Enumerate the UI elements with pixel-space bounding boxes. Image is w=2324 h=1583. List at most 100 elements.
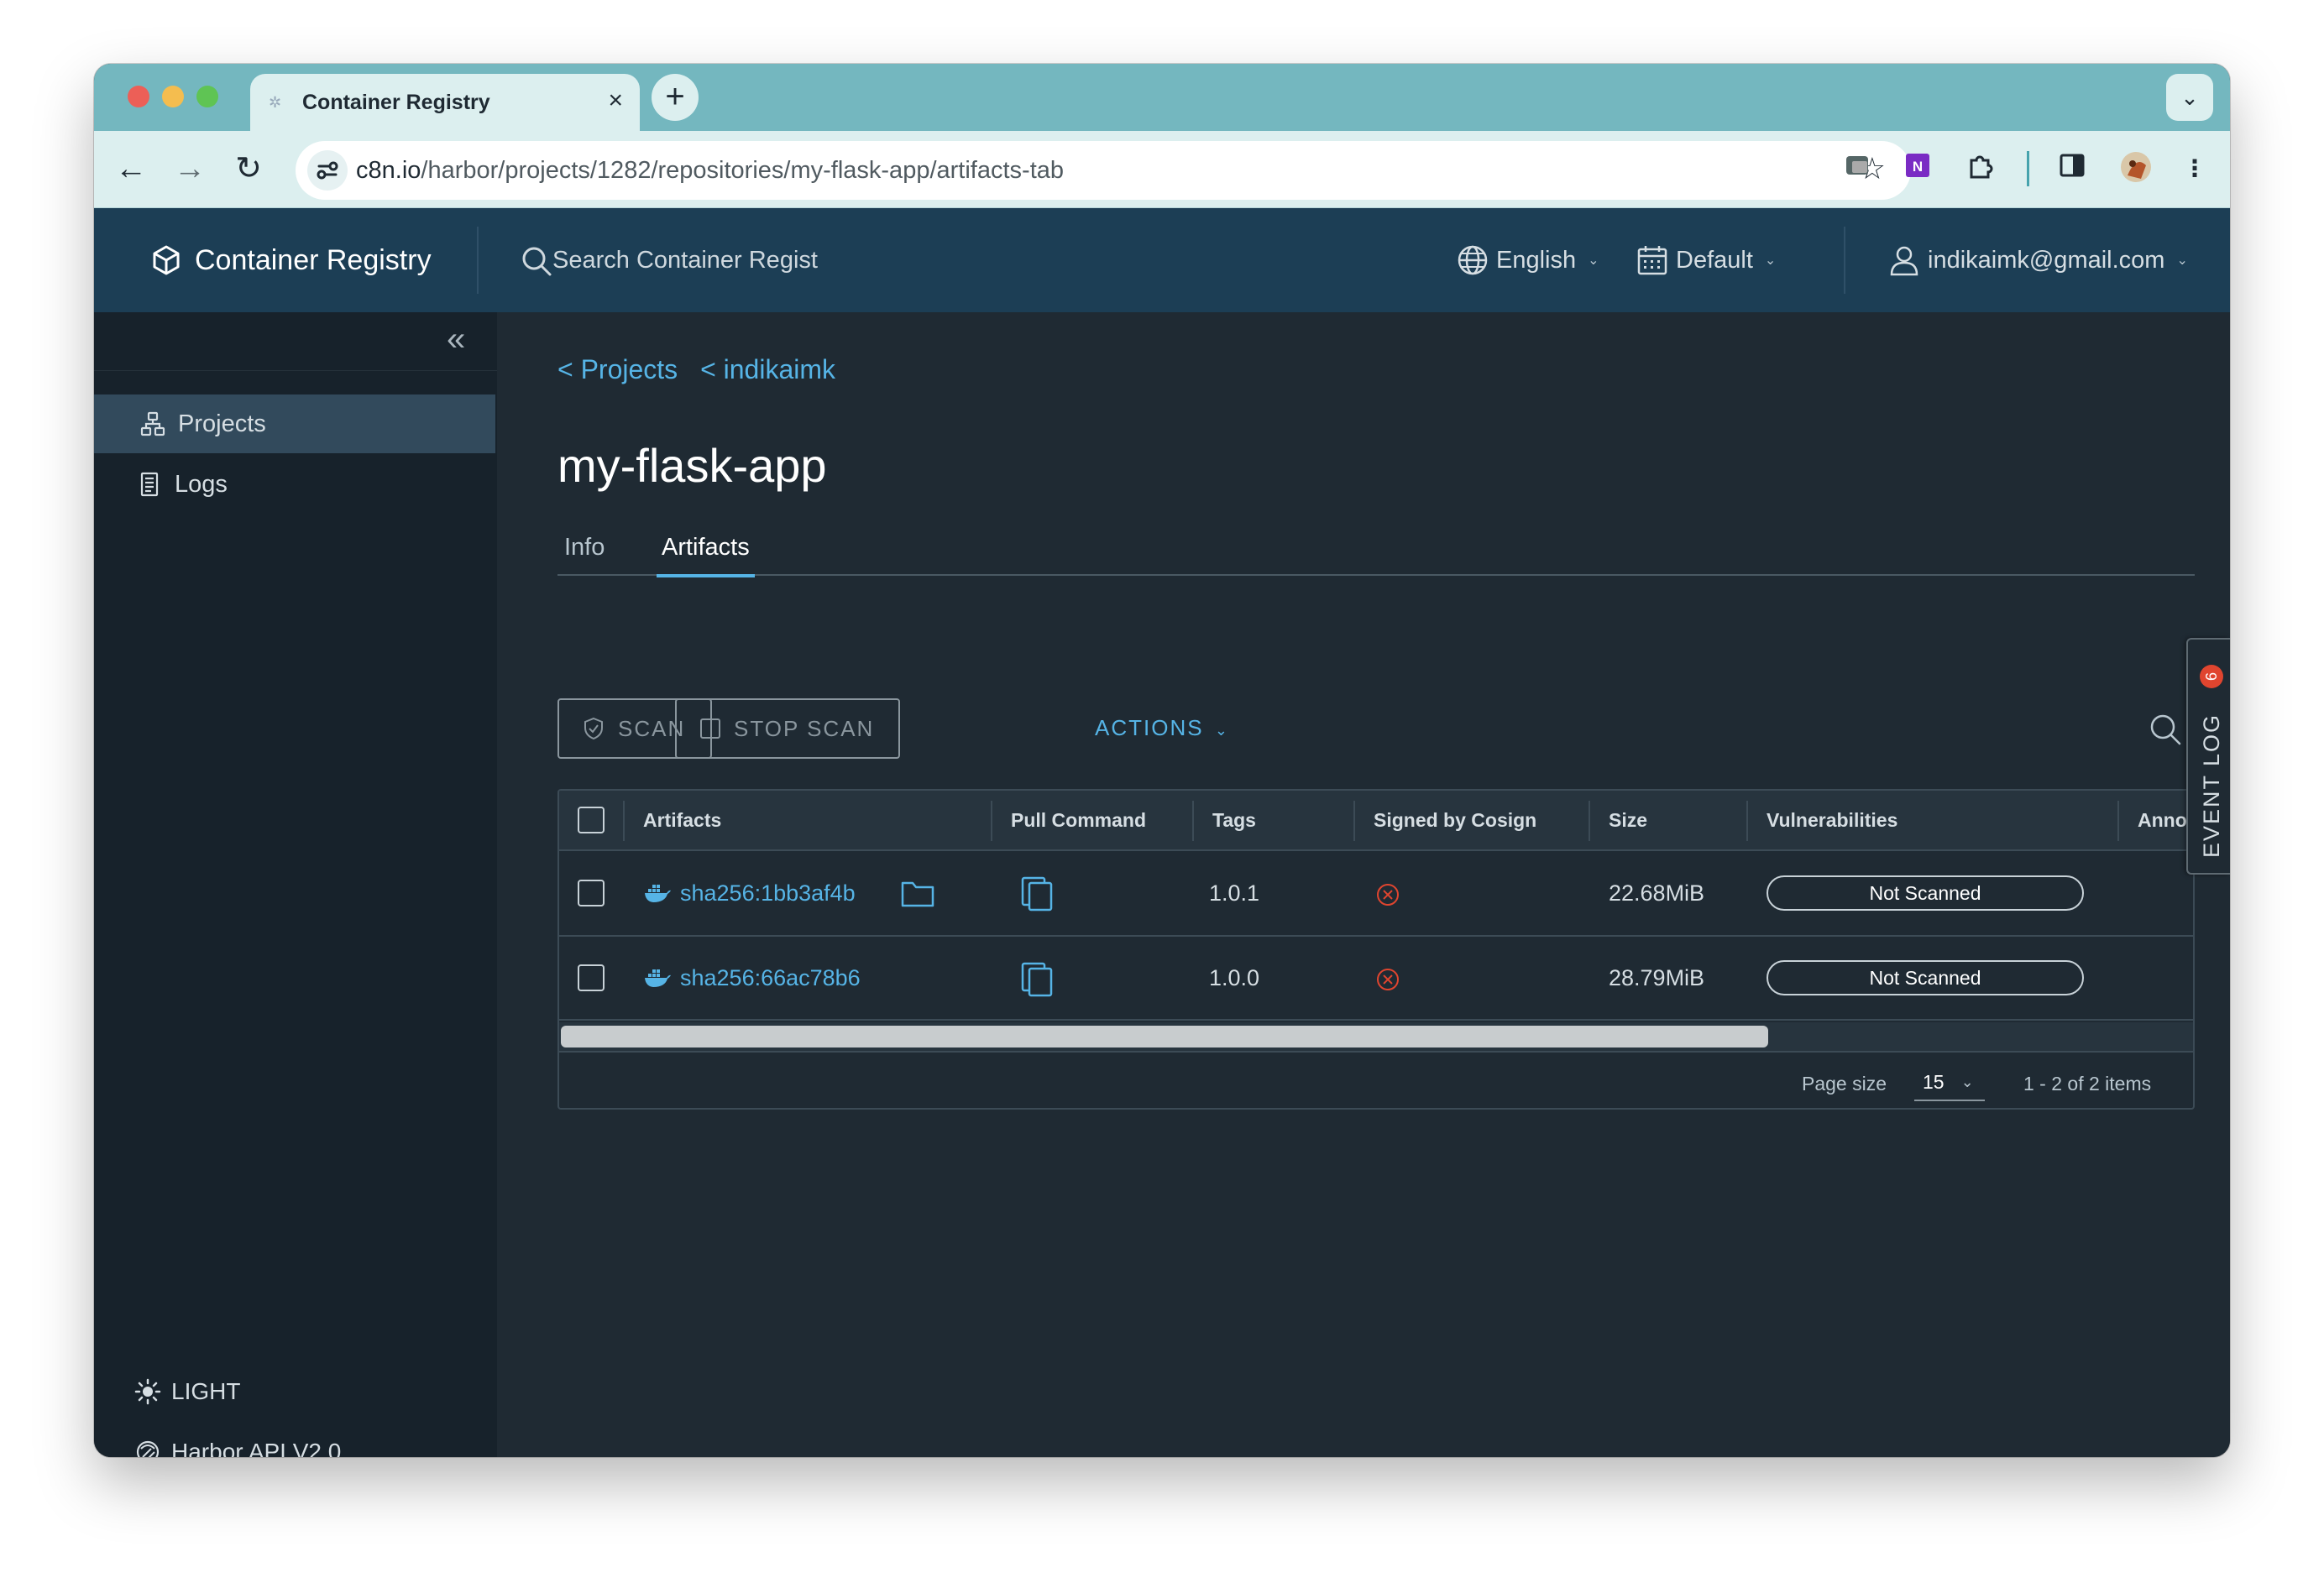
row-checkbox[interactable] [578,964,605,991]
date-format-label: Default [1676,246,1753,274]
column-divider [1353,801,1355,841]
vulnerabilities-cell: Not Scanned [1767,851,2084,935]
address-bar[interactable]: c8n.io/harbor/projects/1282/repositories… [296,141,1911,200]
horizontal-scrollbar[interactable] [559,1022,2193,1051]
actions-label: ACTIONS [1095,715,1204,740]
sidebar-item-logs[interactable]: Logs [94,455,497,514]
sidebar: « Projects Logs LIGHT Harbor API V2.0 [94,312,497,1457]
forward-arrow-icon[interactable]: → [170,149,210,190]
column-divider [623,801,625,841]
window-minimize-button[interactable] [162,86,184,107]
column-header-annotations[interactable]: Annot [2138,791,2193,849]
chevron-down-icon: ⌄ [2176,253,2188,268]
browser-tab-title: Container Registry [302,91,490,114]
event-log-count-badge: 6 [2200,665,2223,688]
tab-info[interactable]: Info [564,534,605,576]
column-divider [1192,801,1194,841]
vulnerability-status-badge[interactable]: Not Scanned [1767,960,2084,995]
search-icon [522,247,552,276]
actions-dropdown[interactable]: ACTIONS ⌄ [1095,715,1229,741]
globe-icon [1458,245,1488,275]
docker-whale-icon [645,969,671,987]
api-icon [136,1440,160,1457]
filter-search-icon[interactable] [2148,712,2183,747]
column-header-size[interactable]: Size [1609,791,1647,849]
tab-close-icon[interactable]: × [608,87,623,114]
not-signed-x-circle-icon [1377,969,1399,990]
site-info-icon[interactable] [307,150,348,191]
artifacts-datagrid: Artifacts Pull Command Tags Signed by Co… [557,789,2195,1110]
chevron-down-icon: ⌄ [1214,722,1229,739]
stop-scan-button[interactable]: STOP SCAN [675,698,900,759]
profile-avatar[interactable] [2117,150,2154,187]
tab-artifacts[interactable]: Artifacts [657,534,755,577]
vulnerability-status-badge[interactable]: Not Scanned [1767,875,2084,911]
row-checkbox[interactable] [578,880,605,906]
window-close-button[interactable] [128,86,149,107]
column-header-pull-command[interactable]: Pull Command [1011,791,1146,849]
collapse-sidebar-icon[interactable]: « [447,322,465,356]
global-search-input[interactable] [552,242,855,279]
artifact-digest-link[interactable]: sha256:1bb3af4b [680,880,856,906]
artifact-cell: sha256:66ac78b6 [643,937,861,1019]
extensions-icon[interactable] [1961,150,1998,187]
window-maximize-button[interactable] [196,86,218,107]
language-dropdown[interactable]: English ⌄ [1456,242,1599,279]
column-header-signed[interactable]: Signed by Cosign [1374,791,1536,849]
tags-cell: 1.0.0 [1209,964,1260,990]
page-size-value: 15 [1923,1070,1945,1093]
copy-icon[interactable] [1019,875,1056,913]
artifact-digest-link[interactable]: sha256:66ac78b6 [680,965,861,991]
browser-tabstrip: ✲ Container Registry × + ⌄ [94,64,2230,133]
size-cell: 28.79MiB [1609,964,1705,990]
new-tab-button[interactable]: + [652,74,699,121]
column-header-tags[interactable]: Tags [1212,791,1256,849]
header-divider [1844,227,1845,294]
sidebar-item-projects[interactable]: Projects [94,394,495,453]
table-row: sha256:66ac78b6 1.0.0 28.79MiB Not Scann… [559,937,2193,1021]
folder-icon[interactable] [900,878,935,908]
column-header-artifacts[interactable]: Artifacts [643,791,721,849]
docker-whale-icon [645,885,671,902]
back-arrow-icon[interactable]: ← [111,149,151,190]
breadcrumb-projects-link[interactable]: < Projects [557,354,678,384]
theme-toggle[interactable]: LIGHT [134,1378,240,1405]
user-menu-dropdown[interactable]: indikaimk@gmail.com ⌄ [1887,242,2188,279]
main-content: < Projects < indikaimk my-flask-app Info… [497,312,2230,1457]
copy-icon[interactable] [1019,960,1056,999]
harbor-api-link[interactable]: Harbor API V2.0 [134,1439,341,1457]
page-size-select[interactable]: 15 ⌄ [1914,1064,1985,1101]
artifact-cell: sha256:1bb3af4b [643,851,856,935]
stop-square-icon [700,718,720,739]
registry-logo-icon[interactable] [149,243,183,277]
calendar-icon [1637,246,1667,275]
reload-icon[interactable]: ↻ [228,149,269,190]
onenote-extension-icon[interactable]: N [1899,150,1936,187]
column-header-vulnerabilities[interactable]: Vulnerabilities [1767,791,1897,849]
theme-toggle-label: LIGHT [171,1378,241,1404]
scrollbar-thumb[interactable] [561,1026,1768,1047]
browser-menu-icon[interactable]: ⋮ [2176,150,2213,187]
header-divider [477,227,479,294]
select-all-checkbox[interactable] [578,807,605,833]
browser-window: ✲ Container Registry × + ⌄ ← → ↻ c8n.io/… [94,64,2230,1457]
tab-search-chevron-icon[interactable]: ⌄ [2166,74,2213,121]
extension-puzzle-icon-1[interactable] [1839,150,1876,187]
vulnerabilities-cell: Not Scanned [1767,937,2084,1019]
app-brand-title[interactable]: Container Registry [195,244,432,277]
size-cell: 22.68MiB [1609,880,1705,906]
column-divider [991,801,992,841]
row-select-cell [578,937,605,1019]
browser-tab-active[interactable]: ✲ Container Registry × [250,74,640,133]
row-select-cell [578,851,605,935]
tags-cell: 1.0.1 [1209,880,1260,906]
event-log-tab[interactable]: 6 EVENT LOG [2186,638,2230,875]
projects-icon [140,411,165,436]
datagrid-header: Artifacts Pull Command Tags Signed by Co… [559,791,2193,851]
url-host: c8n.io [356,157,421,184]
date-format-dropdown[interactable]: Default ⌄ [1636,242,1776,279]
url-text: c8n.io/harbor/projects/1282/repositories… [356,157,1064,185]
side-panel-icon[interactable] [2054,150,2091,187]
breadcrumb-project-link[interactable]: < indikaimk [700,354,835,384]
chevron-down-icon: ⌄ [1764,253,1777,268]
